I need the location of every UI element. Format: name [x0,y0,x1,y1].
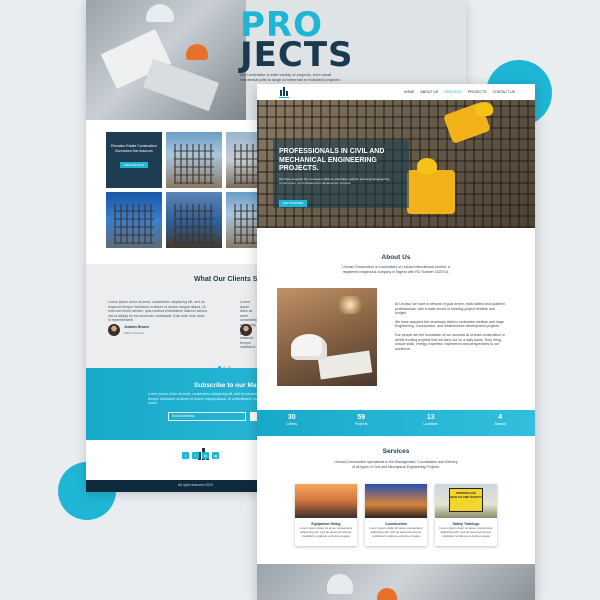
facebook-icon[interactable]: f [192,452,199,459]
scaffold-shape [114,204,154,244]
helmet-icon [327,574,353,594]
twitter-icon[interactable]: t [182,452,189,459]
stat-number: 13 [426,414,435,421]
subscribe-title: Subscribe to our Mail! [194,382,263,389]
view-details-button[interactable]: VIEW DETAILS [120,162,148,168]
service-image [295,484,357,518]
stat-label: Awards [494,422,507,426]
hero-subtitle: We have acquired the necessary skills to… [279,177,391,185]
logo-bar [286,91,288,96]
stat-label: Locations [423,422,439,426]
stat-number: 30 [287,414,296,421]
stat-projects: 59 Projects [327,410,397,436]
project-tile[interactable] [166,192,222,248]
title-line-2: JECTS [240,35,354,75]
testimonial-text: Lorem ipsum dolor sit amet, consectetur … [108,300,208,322]
logo-bar [280,90,282,96]
get-started-button[interactable]: GET STARTED [279,200,307,207]
stat-locations: 13 Locations [396,410,466,436]
hero-photo-workers [86,0,246,120]
helmet-icon [146,4,174,22]
blueprint-shape [142,58,220,112]
home-page-mockup: HOME ABOUT US SERVICES PROJECTS CONTACT … [257,84,535,600]
service-image: WORKPLACE HEALTH AND SAFETY [435,484,497,518]
linkedin-icon[interactable]: in [202,452,209,459]
scaffold-shape [174,204,214,244]
safety-sign: WORKPLACE HEALTH AND SAFETY [449,488,483,512]
worker-shape [407,170,455,214]
service-card-equipment[interactable]: Equipment Hiring Lorem ipsum dolor sit a… [295,484,357,546]
scaffold-shape [174,144,214,184]
logo-bar [283,87,285,96]
stat-clients: 30 Clients [257,410,327,436]
project-tile[interactable] [166,132,222,188]
service-card-safety[interactable]: WORKPLACE HEALTH AND SAFETY Safety Train… [435,484,497,546]
nav-contact[interactable]: CONTACT US [493,90,515,94]
stat-label: Projects [354,422,368,426]
helmet-icon [475,102,493,116]
copyright-text: All right reserved 2020 [178,483,214,487]
tile-text: Elevation Estate Construction Burundora … [111,144,157,153]
subscribe-text: Lorem ipsum dolor sit amet, consectetur … [148,392,264,405]
projects-preview-photo [257,564,535,600]
clients-title: What Our Clients Say [194,276,266,283]
helmet-icon [377,588,397,600]
nav-home[interactable]: HOME [404,90,415,94]
client-company: ABC Customer [124,331,145,335]
stat-label: Clients [286,422,298,426]
hero-title: PROFESSIONALS IN CIVIL AND MECHANICAL EN… [279,148,385,172]
about-title: About Us [381,254,411,261]
email-field[interactable]: Email Address [168,412,246,421]
top-nav: HOME ABOUT US SERVICES PROJECTS CONTACT … [257,84,535,100]
services-intro: Urchad Construction specializes in the M… [334,460,458,469]
project-tile-featured[interactable]: Elevation Estate Construction Burundora … [106,132,162,188]
instagram-icon[interactable]: ig [212,452,219,459]
nav-projects[interactable]: PROJECTS [468,90,487,94]
lamp-light [335,296,365,314]
stats-bar: 30 Clients 59 Projects 13 Locations 4 Awards [257,410,535,436]
home-hero: PROFESSIONALS IN CIVIL AND MECHANICAL EN… [257,100,535,228]
about-paragraph: We have acquired the necessary skills to… [395,319,504,329]
services-title: Services [382,448,410,455]
service-card-construction[interactable]: Construction Lorem ipsum dolor sit amet,… [365,484,427,546]
company-logo[interactable] [279,86,289,98]
service-text: Lorem ipsum dolor sit amet, consectetur … [299,526,353,538]
about-text: At Urchad, we have a network of goal dri… [395,302,505,355]
about-paragraph: Our people are the foundation of our suc… [395,332,505,351]
stat-number: 4 [498,414,503,421]
nav-services[interactable]: SERVICES [444,90,462,94]
about-photo [277,288,377,386]
client-name: Jenkins Brown [124,325,149,329]
project-tile[interactable] [106,192,162,248]
avatar [108,324,120,336]
service-text: Lorem ipsum dolor sit amet, consectetur … [439,526,493,538]
avatar [240,324,252,336]
projects-subtitle: We Undertake a wide variety of projects,… [240,72,341,82]
social-links: t f in ig [182,452,219,459]
service-text: Lorem ipsum dolor sit amet, consectetur … [369,526,423,538]
nav-about[interactable]: ABOUT US [420,90,438,94]
projects-title: PRO JECTS [240,8,354,75]
about-paragraph: At Urchad, we have a network of goal dri… [395,302,505,316]
about-intro: Urchad Construction is a subsidiary of U… [342,265,450,274]
stat-number: 59 [357,414,366,421]
helmet-icon [417,158,437,174]
helmet-icon [291,334,327,360]
stat-awards: 4 Awards [466,410,536,436]
service-image [365,484,427,518]
logo-base [279,96,289,98]
helmet-icon [186,44,208,60]
nav-menu: HOME ABOUT US SERVICES PROJECTS CONTACT … [404,90,515,94]
